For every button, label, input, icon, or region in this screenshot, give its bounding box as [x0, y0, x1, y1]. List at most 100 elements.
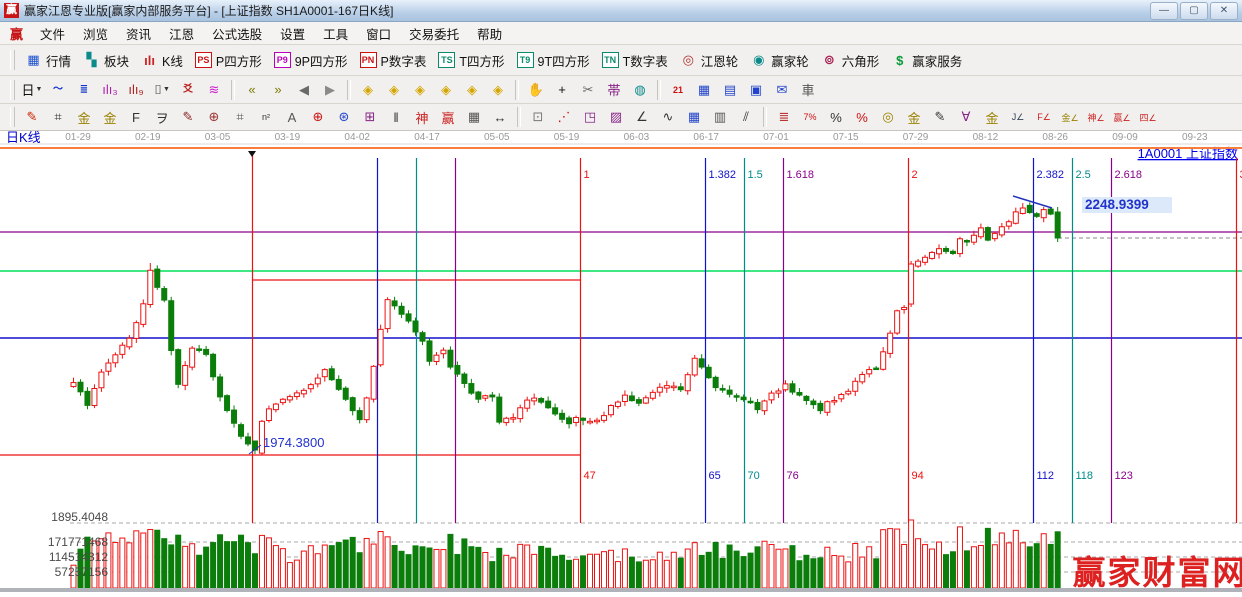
crosshair-icon[interactable]: + — [550, 78, 574, 101]
kline-measure-icon[interactable]: ǁ — [384, 106, 408, 129]
levels-icon[interactable]: ≣ — [772, 106, 796, 129]
shen-grid-icon[interactable]: 神 — [410, 106, 434, 129]
bars9-icon[interactable]: ılı₉ — [124, 78, 148, 101]
menu-item-7[interactable]: 窗口 — [357, 21, 400, 46]
gann-wheel-button[interactable]: ◎江恩轮 — [674, 48, 745, 73]
gold-grid-icon[interactable]: 金 — [72, 106, 96, 129]
menu-item-8[interactable]: 交易委托 — [400, 21, 468, 46]
calendar-icon[interactable]: 21 — [666, 78, 690, 101]
nav-prev-icon[interactable]: ◀ — [292, 78, 316, 101]
wheel-box-icon[interactable]: ⊞ — [358, 106, 382, 129]
gold-lines-icon[interactable]: 金 — [902, 106, 926, 129]
box-tool-icon[interactable]: ⊡ — [526, 106, 550, 129]
report-icon[interactable]: ▤ — [718, 78, 742, 101]
menu-item-2[interactable]: 资讯 — [117, 21, 160, 46]
width-measure-icon[interactable]: ↔ — [488, 106, 512, 129]
fan-box-icon[interactable]: ◳ — [578, 106, 602, 129]
parallel-lines-icon[interactable]: ⫽ — [734, 106, 758, 129]
menu-item-6[interactable]: 工具 — [314, 21, 357, 46]
period-daily-dropdown[interactable]: 日▼ — [20, 78, 44, 101]
fan-red-icon[interactable]: ⋰ — [552, 106, 576, 129]
gann-horizontal-lines[interactable] — [0, 148, 1242, 455]
hand-pan-icon[interactable]: ✋ — [524, 78, 548, 101]
menu-item-9[interactable]: 帮助 — [468, 21, 511, 46]
diamond-tool-3-icon[interactable]: ◈ — [408, 78, 432, 101]
red-pencil-icon[interactable]: ✎ — [176, 106, 200, 129]
diamond-tool-4-icon[interactable]: ◈ — [434, 78, 458, 101]
export-icon[interactable]: ✉ — [770, 78, 794, 101]
gold-grid2-icon[interactable]: 金 — [98, 106, 122, 129]
n2-grid-icon[interactable]: n² — [254, 106, 278, 129]
t-table-button[interactable]: TNT数字表 — [596, 48, 674, 73]
grid-blue-icon[interactable]: ▦ — [682, 106, 706, 129]
curve-tool-icon[interactable]: 〜 — [46, 78, 70, 101]
gold-circle-icon[interactable]: ◎ — [876, 106, 900, 129]
menu-item-1[interactable]: 浏览 — [74, 21, 117, 46]
p-square-button[interactable]: PSP四方形 — [189, 48, 268, 73]
ruler-grid-icon[interactable]: ▦ — [462, 106, 486, 129]
minimize-button[interactable]: — — [1150, 2, 1178, 20]
chart-canvas[interactable]: 01-2902-1903-0503-1904-0204-1705-0505-19… — [0, 131, 1242, 592]
purple-grid-icon[interactable]: 帯 — [602, 78, 626, 101]
nav-first-icon[interactable]: « — [240, 78, 264, 101]
angle-lines-icon[interactable]: ∠ — [630, 106, 654, 129]
measure-icon[interactable]: ✂ — [576, 78, 600, 101]
note-icon[interactable]: ≣ — [72, 78, 96, 101]
diamond-tool-1-icon[interactable]: ◈ — [356, 78, 380, 101]
kline-button[interactable]: ılıK线 — [135, 48, 189, 73]
sectors-button[interactable]: ▚板块 — [77, 48, 135, 73]
percent-red-icon[interactable]: % — [850, 106, 874, 129]
save-icon[interactable]: ▣ — [744, 78, 768, 101]
ying-grid-icon[interactable]: 赢 — [436, 106, 460, 129]
ink-pen-icon[interactable]: ✎ — [928, 106, 952, 129]
four-angle-icon[interactable]: 四∠ — [1136, 106, 1160, 129]
spiral-grid-icon[interactable]: ヲ — [150, 106, 174, 129]
gold-angle-icon[interactable]: 金∠ — [1058, 106, 1082, 129]
wave-icon[interactable]: ∿ — [656, 106, 680, 129]
menu-item-0[interactable]: 文件 — [31, 21, 74, 46]
ying-angle-icon[interactable]: 赢∠ — [1110, 106, 1134, 129]
calculator-icon[interactable]: ▦ — [692, 78, 716, 101]
teal-wheel-icon[interactable]: ◍ — [628, 78, 652, 101]
f-angle-icon[interactable]: F∠ — [1032, 106, 1056, 129]
diamond-tool-2-icon[interactable]: ◈ — [382, 78, 406, 101]
comb-grid-icon[interactable]: ⌗ — [228, 106, 252, 129]
service-button[interactable]: $赢家服务 — [885, 48, 968, 73]
9t-square-button[interactable]: T99T四方形 — [511, 48, 596, 73]
shen-angle-icon[interactable]: 神∠ — [1084, 106, 1108, 129]
pattern-tool-icon[interactable]: 爻 — [176, 78, 200, 101]
menu-item-3[interactable]: 江恩 — [160, 21, 203, 46]
circle-grid-icon[interactable]: ⊕ — [202, 106, 226, 129]
gold-underline-icon[interactable]: 金 — [980, 106, 1004, 129]
j-angle-icon[interactable]: J∠ — [1006, 106, 1030, 129]
close-button[interactable]: ✕ — [1210, 2, 1238, 20]
bars3-icon[interactable]: ılı₃ — [98, 78, 122, 101]
diamond-tool-5-icon[interactable]: ◈ — [460, 78, 484, 101]
wave-a-icon[interactable]: ∀ — [954, 106, 978, 129]
nav-last-icon[interactable]: » — [266, 78, 290, 101]
maximize-button[interactable]: ▢ — [1180, 2, 1208, 20]
candle-type-dropdown[interactable]: ⌷▼ — [150, 78, 174, 101]
colored-chart-icon[interactable]: ≋ — [202, 78, 226, 101]
chart-area[interactable]: 01-2902-1903-0503-1904-0204-1705-0505-19… — [0, 131, 1242, 592]
a-angle-icon[interactable]: A — [280, 106, 304, 129]
diamond-tool-6-icon[interactable]: ◈ — [486, 78, 510, 101]
t-square-button[interactable]: TST四方形 — [432, 48, 510, 73]
wheel-blue-icon[interactable]: ⊛ — [332, 106, 356, 129]
p-table-button[interactable]: PNP数字表 — [354, 48, 433, 73]
f-grid-icon[interactable]: F — [124, 106, 148, 129]
percent-icon[interactable]: % — [824, 106, 848, 129]
order-cart-icon[interactable]: 車 — [796, 78, 820, 101]
hexagon-button[interactable]: ⊚六角形 — [815, 48, 886, 73]
menu-item-5[interactable]: 设置 — [271, 21, 314, 46]
grid-icon[interactable]: ⌗ — [46, 106, 70, 129]
target-icon[interactable]: ⊕ — [306, 106, 330, 129]
menu-item-4[interactable]: 公式选股 — [203, 21, 271, 46]
winner-wheel-button[interactable]: ◉赢家轮 — [744, 48, 815, 73]
grid-export-icon[interactable]: ▥ — [708, 106, 732, 129]
nav-next-icon[interactable]: ▶ — [318, 78, 342, 101]
9p-square-button[interactable]: P99P四方形 — [268, 48, 354, 73]
fan-grid-icon[interactable]: ▨ — [604, 106, 628, 129]
percent7-icon[interactable]: 7% — [798, 106, 822, 129]
pencil-icon[interactable]: ✎ — [20, 106, 44, 129]
